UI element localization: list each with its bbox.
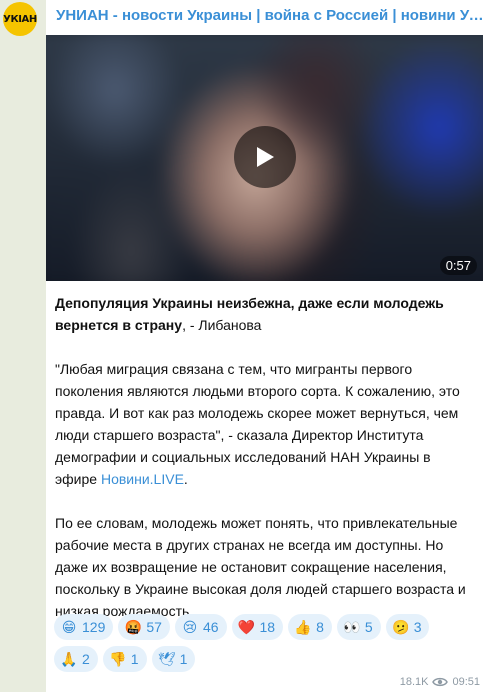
confused-emoji-icon: 🫤 [391, 618, 410, 635]
headline: Депопуляция Украины неизбежна, даже если… [55, 292, 475, 336]
message-meta: 18.1K 09:51 [400, 676, 480, 688]
reaction-thumbs-down[interactable]: 👎 1 [102, 646, 147, 672]
reaction-count: 3 [413, 619, 422, 635]
cry-emoji-icon: 😢 [182, 618, 198, 635]
angry-emoji-icon: 🤬 [124, 618, 143, 635]
play-button[interactable] [234, 126, 296, 188]
video-player[interactable]: 0:57 [46, 35, 483, 281]
reaction-dove[interactable]: 🕊 1 [151, 646, 196, 672]
eye-icon [432, 677, 449, 687]
video-duration: 0:57 [439, 256, 477, 275]
quote-end: . [183, 471, 188, 487]
message-time: 09:51 [452, 676, 480, 688]
reaction-count: 8 [316, 619, 324, 635]
reaction-count: 5 [364, 619, 373, 635]
dove-emoji-icon: 🕊 [157, 650, 176, 667]
reaction-grin[interactable]: 😁 129 [54, 614, 114, 640]
channel-name[interactable]: УНИАН - новости Украины | война с Россие… [56, 7, 486, 24]
reaction-count: 1 [130, 651, 139, 667]
reactions-row-2: 🙏 2 👎 1 🕊 1 [54, 646, 484, 672]
heart-emoji-icon: ❤️ [237, 618, 256, 635]
thumbs-down-emoji-icon: 👎 [109, 650, 127, 667]
reaction-heart[interactable]: ❤️ 18 [231, 614, 284, 640]
thumbs-up-emoji-icon: 👍 [294, 618, 312, 635]
reaction-confused[interactable]: 🫤 3 [385, 614, 430, 640]
view-count: 18.1K [399, 676, 429, 688]
channel-avatar[interactable]: УКІАН [3, 2, 37, 36]
message-text: Депопуляция Украины неизбежна, даже если… [55, 292, 475, 622]
reaction-thumbs-up[interactable]: 👍 8 [288, 614, 332, 640]
pray-emoji-icon: 🙏 [60, 650, 78, 667]
source-link[interactable]: Новини.LIVE [101, 471, 184, 487]
play-icon [257, 147, 274, 167]
reaction-pray[interactable]: 🙏 2 [54, 646, 98, 672]
reaction-count: 46 [202, 619, 219, 635]
paragraph-quote: "Любая миграция связана с тем, что мигра… [55, 358, 475, 490]
reaction-count: 18 [259, 619, 276, 635]
paragraph-body: По ее словам, молодежь может понять, что… [55, 515, 466, 619]
reaction-cry[interactable]: 😢 46 [174, 614, 227, 640]
reaction-count: 129 [82, 619, 106, 635]
reaction-count: 1 [179, 651, 188, 667]
reactions-bar: 😁 129 🤬 57 😢 46 ❤️ 18 👍 8 👀 5 🫤 3 🙏 2 👎 1 🕊 1 [54, 614, 484, 678]
grin-emoji-icon: 😁 [61, 618, 77, 635]
quote-text: "Любая миграция связана с тем, что мигра… [55, 361, 460, 487]
headline-rest: , - Либанова [182, 317, 262, 333]
reaction-angry[interactable]: 🤬 57 [118, 614, 170, 640]
reaction-count: 57 [146, 619, 162, 635]
avatar-logo-text: УКІАН [3, 13, 37, 25]
reaction-count: 2 [82, 651, 90, 667]
eyes-emoji-icon: 👀 [343, 618, 361, 635]
reaction-eyes[interactable]: 👀 5 [336, 614, 381, 640]
reactions-row-1: 😁 129 🤬 57 😢 46 ❤️ 18 👍 8 👀 5 🫤 3 [54, 614, 484, 640]
message-bubble: УНИАН - новости Украины | война с Россие… [46, 0, 488, 692]
